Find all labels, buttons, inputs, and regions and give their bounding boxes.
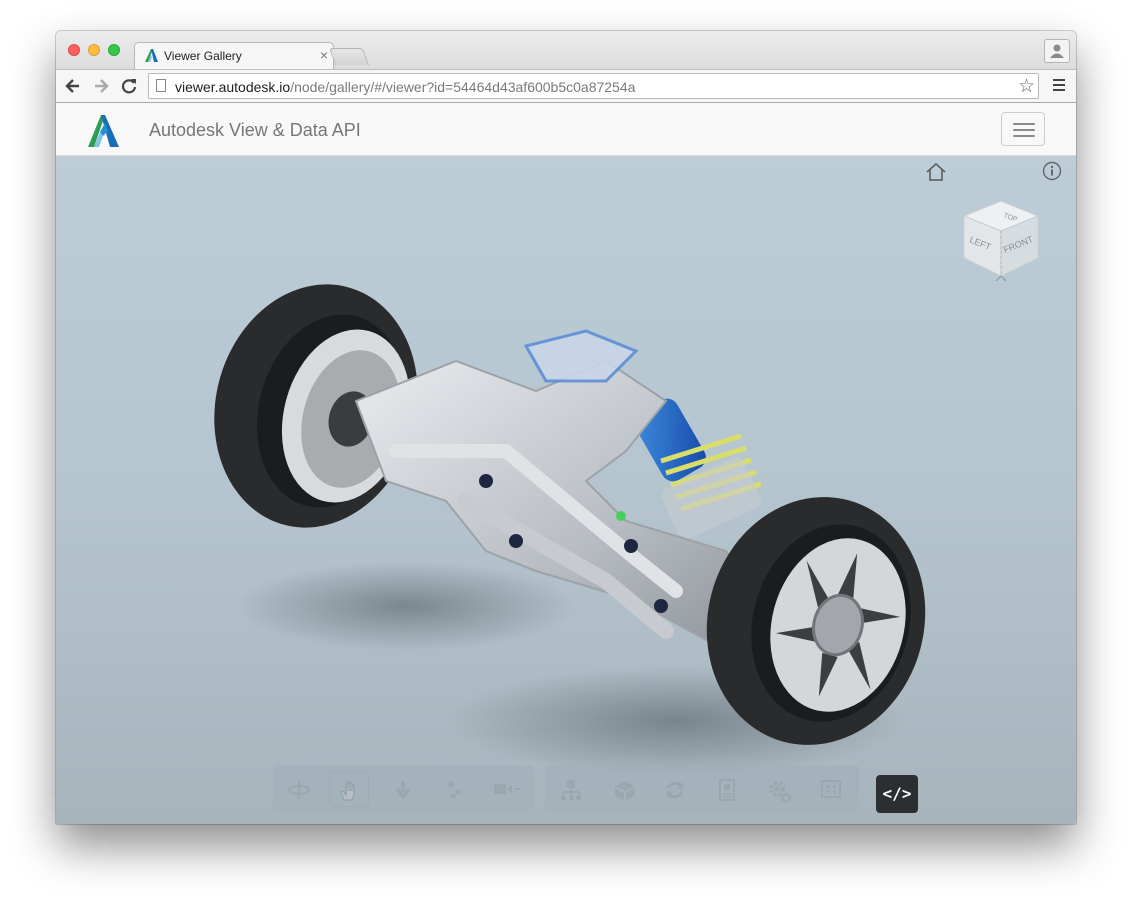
profile-icon[interactable] <box>1044 39 1070 63</box>
zoom-icon[interactable] <box>383 771 423 807</box>
home-icon[interactable] <box>925 162 947 182</box>
explode-icon[interactable] <box>605 771 645 807</box>
reload-icon[interactable] <box>119 76 139 96</box>
url-path: /node/gallery/#/viewer?id=54464d43af600b… <box>290 79 636 95</box>
code-button[interactable]: </> <box>876 775 918 813</box>
3d-viewer-canvas[interactable]: TOP LEFT FRONT </> <box>56 156 1076 824</box>
properties-icon[interactable] <box>707 771 747 807</box>
url-host: viewer.autodesk.io <box>175 79 291 95</box>
hamburger-menu-button[interactable] <box>1001 112 1045 146</box>
autodesk-favicon-icon <box>145 49 158 62</box>
chrome-menu-icon[interactable] <box>1053 79 1065 94</box>
browser-window: Viewer Gallery × viewer.autodesk.io/node… <box>56 31 1076 824</box>
app-navbar: Autodesk View & Data API <box>56 103 1076 156</box>
viewcube[interactable]: TOP LEFT FRONT <box>956 196 1046 286</box>
tab-strip: Viewer Gallery × <box>56 31 1076 71</box>
back-icon[interactable] <box>63 76 83 96</box>
minimize-window-button[interactable] <box>88 44 100 56</box>
browser-toolbar: viewer.autodesk.io/node/gallery/#/viewer… <box>56 69 1076 103</box>
fullscreen-icon[interactable] <box>811 771 851 807</box>
settings-icon[interactable] <box>759 771 799 807</box>
model-toolbar <box>545 765 859 812</box>
zoom-window-button[interactable] <box>108 44 120 56</box>
info-icon[interactable] <box>1042 161 1062 181</box>
url-text: viewer.autodesk.io/node/gallery/#/viewer… <box>175 79 635 95</box>
app-title[interactable]: Autodesk View & Data API <box>149 120 361 141</box>
bookmark-star-icon[interactable]: ☆ <box>1018 75 1035 98</box>
page-icon <box>156 79 166 92</box>
close-window-button[interactable] <box>68 44 80 56</box>
rotate-icon[interactable] <box>655 771 695 807</box>
tab-content: Viewer Gallery × <box>144 42 334 69</box>
model-structure-icon[interactable] <box>551 771 591 807</box>
tab-close-icon[interactable]: × <box>320 47 328 63</box>
code-icon: </> <box>882 784 912 803</box>
suspension-model[interactable] <box>206 251 926 791</box>
camera-icon[interactable] <box>487 771 527 807</box>
navigation-toolbar <box>273 765 534 812</box>
new-tab-button[interactable] <box>328 48 370 65</box>
walk-icon[interactable] <box>435 771 475 807</box>
orbit-icon[interactable] <box>279 771 319 807</box>
forward-icon[interactable] <box>91 76 111 96</box>
tab-title: Viewer Gallery <box>164 49 242 63</box>
pan-icon[interactable] <box>329 771 369 807</box>
address-bar[interactable]: viewer.autodesk.io/node/gallery/#/viewer… <box>148 73 1039 99</box>
autodesk-logo-icon[interactable] <box>86 114 120 147</box>
